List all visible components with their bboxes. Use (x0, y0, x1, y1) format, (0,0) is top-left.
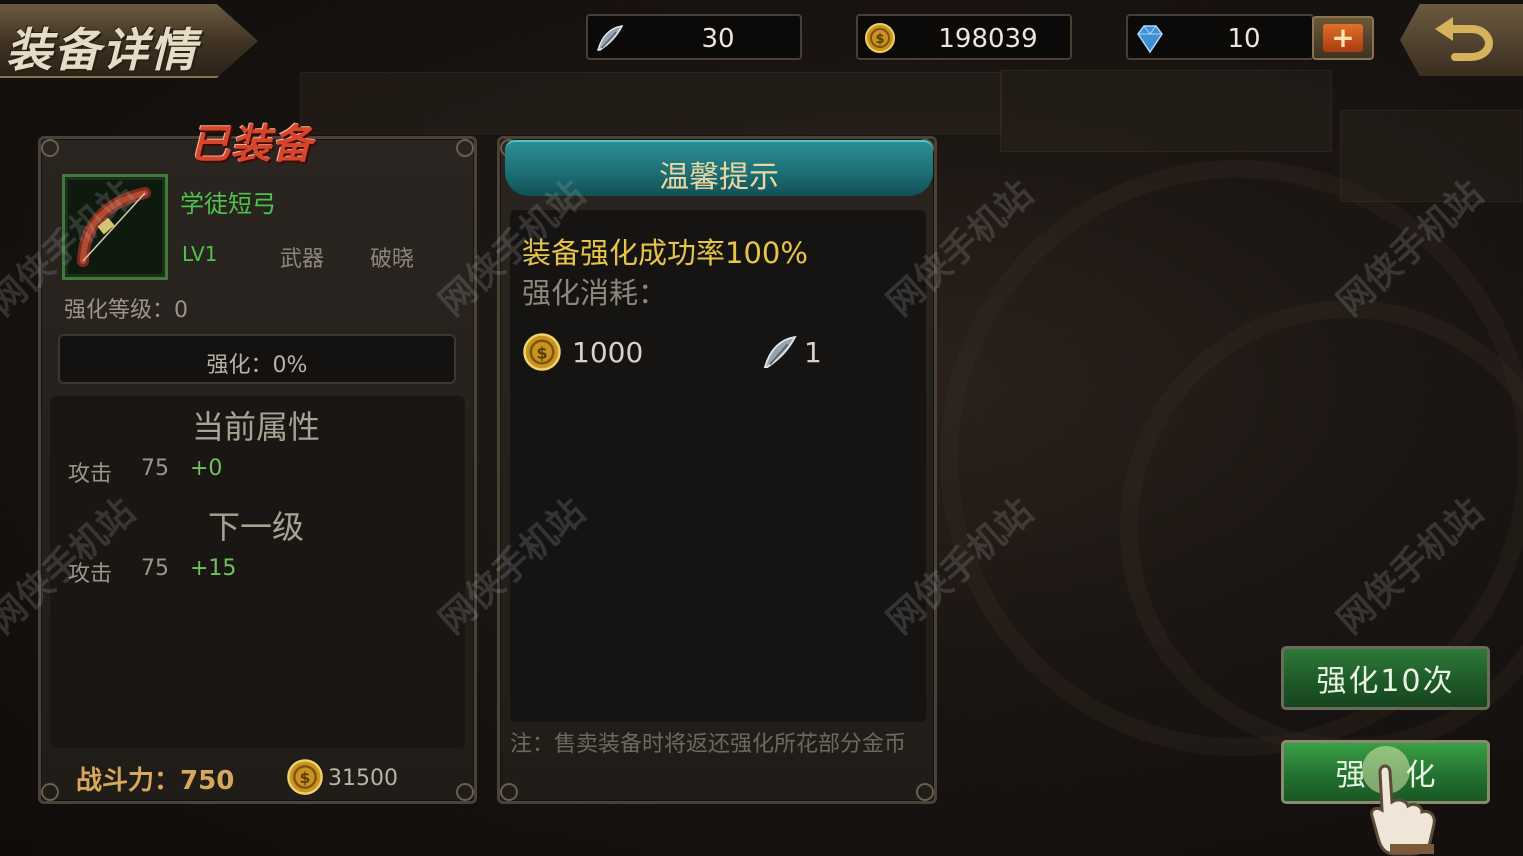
current-attack-bonus: +0 (190, 456, 223, 481)
tips-title: 温馨提示 (659, 160, 779, 195)
progress-text: 强化：0% (60, 347, 454, 379)
cost-feather: 1 (804, 336, 822, 369)
background-wall-block (300, 72, 1002, 134)
progress-label: 强化： (206, 353, 273, 378)
sell-note: 注：售卖装备时将返还强化所花部分金币 (510, 732, 907, 757)
enhance-level-label: 强化等级： (64, 298, 175, 323)
gold-coin-icon: $ (523, 333, 561, 371)
background-wall-block (1000, 70, 1332, 152)
short-bow-icon (77, 187, 151, 267)
combat-power-label: 战斗力： (76, 766, 181, 796)
tutorial-hand-pointer-icon (1362, 746, 1436, 856)
enhance-10-times-button[interactable]: 强化10次 (1281, 646, 1490, 710)
cost-label: 强化消耗： (522, 276, 668, 310)
next-attack-value: 75 (141, 556, 169, 581)
gold-coin-icon: $ (865, 23, 895, 53)
cost-gold: 1000 (572, 336, 644, 369)
panel-corner-ornament (500, 783, 518, 801)
panel-corner-ornament (456, 783, 474, 801)
enhance-progress-bar: 强化：0% (58, 334, 456, 384)
feather-icon (597, 25, 624, 51)
feather-count: 30 (701, 24, 735, 54)
panel-corner-ornament (41, 139, 59, 157)
combat-power-value: 750 (180, 766, 235, 796)
attributes-box (50, 396, 465, 748)
item-slot[interactable] (62, 174, 168, 280)
svg-text:$: $ (536, 343, 547, 362)
title-plate: 装备详情 (0, 4, 258, 78)
combat-power: 战斗力：750 (76, 760, 234, 797)
next-level-title: 下一级 (208, 508, 305, 546)
svg-text:$: $ (875, 32, 884, 47)
item-type: 武器 (280, 247, 325, 272)
diamond-count: 10 (1227, 24, 1261, 54)
item-name: 学徒短弓 (180, 190, 276, 218)
back-arrow-icon (1434, 17, 1493, 61)
enhance-level-row: 强化等级：0 (64, 292, 188, 324)
feather-resource: 30 (586, 14, 802, 60)
plus-icon: + (1323, 24, 1363, 52)
page-title: 装备详情 (6, 23, 198, 77)
item-level: LV1 (182, 242, 218, 266)
gold-coin-icon: $ (287, 759, 323, 795)
current-attack-value: 75 (141, 456, 169, 481)
back-button[interactable] (1400, 4, 1523, 76)
progress-value: 0% (272, 353, 308, 378)
current-attributes-title: 当前属性 (192, 408, 321, 446)
diamond-resource: 10 (1126, 14, 1314, 60)
tips-header: 温馨提示 (505, 140, 933, 196)
svg-text:$: $ (300, 769, 311, 787)
panel-corner-ornament (916, 783, 934, 801)
panel-corner-ornament (41, 783, 59, 801)
equipped-badge: 已装备 (190, 122, 313, 168)
sell-price: 31500 (328, 766, 398, 791)
success-rate-text: 装备强化成功率100% (522, 236, 808, 270)
feather-icon (763, 335, 797, 368)
enhance-level-value: 0 (174, 298, 189, 323)
gold-resource: $ 198039 (856, 14, 1072, 60)
next-attack-bonus: +15 (190, 556, 237, 581)
diamond-icon (1137, 25, 1163, 54)
panel-corner-ornament (456, 139, 474, 157)
next-attack-name: 攻击 (68, 562, 113, 587)
current-attack-name: 攻击 (68, 462, 113, 487)
add-diamond-button[interactable]: + (1312, 16, 1374, 60)
item-set: 破晓 (370, 247, 415, 272)
background-wall-block (1340, 110, 1522, 202)
gold-count: 198039 (938, 24, 1038, 54)
